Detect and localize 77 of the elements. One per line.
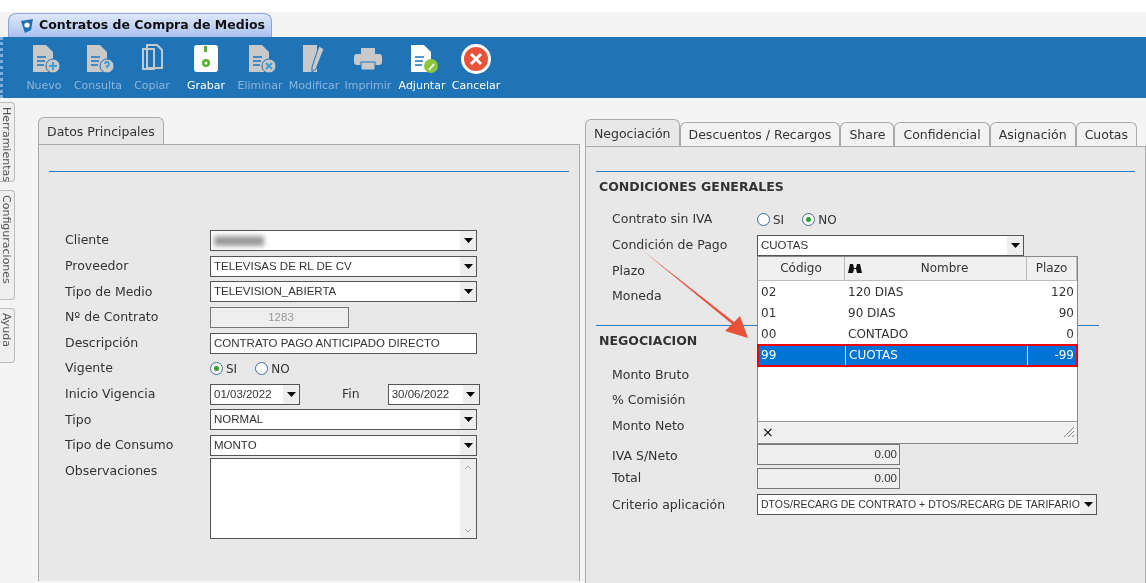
- column-header[interactable]: Código: [780, 259, 822, 278]
- column-header[interactable]: Nombre: [920, 259, 969, 278]
- dropdown-field[interactable]: DTOS/RECARG DE CONTRATO + DTOS/RECARG DE TARIFARIO: [757, 494, 1097, 516]
- field-label: % Comisión: [612, 391, 687, 410]
- field-label: Condición de Pago: [612, 236, 729, 254]
- toolbar-button[interactable]: Grabar: [179, 41, 233, 94]
- side-tab[interactable]: Herramientas: [0, 102, 15, 182]
- panel-tab[interactable]: Cuotas: [1075, 122, 1137, 146]
- caret-icon: [1010, 242, 1020, 248]
- field-label: Nº de Contrato: [65, 308, 160, 327]
- side-tab[interactable]: Configuraciones: [0, 190, 15, 300]
- field-label: Observaciones: [65, 462, 159, 481]
- readonly-field: 1283: [210, 307, 349, 329]
- section-title: CONDICIONES GENERALES: [598, 178, 784, 196]
- toolbar-button[interactable]: Cancelar: [449, 41, 503, 94]
- field-label: Tipo: [65, 410, 93, 429]
- dropdown-row[interactable]: 99 CUOTAS -99: [758, 344, 1077, 367]
- resize-grip-icon[interactable]: [1063, 426, 1075, 439]
- panel-tab[interactable]: Share: [840, 122, 895, 146]
- radio-option[interactable]: NO: [802, 210, 837, 229]
- panel-tab[interactable]: Negociación: [585, 119, 680, 146]
- column-header[interactable]: Plazo: [1035, 259, 1068, 278]
- binoculars-icon[interactable]: [847, 262, 863, 275]
- date-field[interactable]: 01/03/2022: [210, 383, 300, 405]
- panel-tab[interactable]: Confidencial: [894, 122, 990, 146]
- field-label: Total: [612, 469, 643, 488]
- field-label: Proveedor: [65, 257, 130, 275]
- toolbar-button[interactable]: Adjuntar: [395, 41, 449, 94]
- amount-field: 0.00: [757, 468, 900, 490]
- panel-tab[interactable]: Asignación: [989, 122, 1076, 146]
- panel-tab[interactable]: Descuentos / Recargos: [679, 122, 841, 146]
- field-label: Monto Bruto: [612, 365, 691, 384]
- field-label: Inicio Vigencia: [65, 385, 157, 403]
- dropdown-field[interactable]: MONTO: [210, 435, 477, 457]
- field-label: Moneda: [612, 287, 663, 306]
- field-label: Tipo de Medio: [65, 282, 154, 301]
- caret-icon: [466, 391, 476, 397]
- caret-icon: [1083, 502, 1093, 508]
- field-label: Tipo de Consumo: [65, 436, 175, 455]
- dropdown-row[interactable]: 01 90 DIAS 90: [758, 302, 1077, 324]
- field-label: Fin: [342, 385, 360, 403]
- text-area[interactable]: [210, 458, 477, 540]
- caret-icon: [463, 417, 473, 423]
- close-icon: [459, 41, 493, 76]
- section-title: NEGOCIACION: [598, 332, 698, 351]
- window-tab[interactable]: Contratos de Compra de Medios: [8, 13, 272, 37]
- field-label: Plazo: [612, 261, 646, 280]
- dropdown-field[interactable]: CUOTAS: [757, 234, 1024, 256]
- dropdown-field[interactable]: TELEVISION_ABIERTA: [210, 281, 477, 303]
- radio-option[interactable]: NO: [255, 359, 290, 378]
- caret-icon: [286, 391, 296, 397]
- caret-icon: [463, 289, 473, 295]
- window-title: Contratos de Compra de Medios: [39, 16, 265, 35]
- dropdown-field[interactable]: NORMAL: [210, 409, 477, 431]
- field-label: Contrato sin IVA: [612, 210, 714, 229]
- dropdown-field[interactable]: [210, 230, 477, 252]
- date-field[interactable]: 30/06/2022: [387, 383, 480, 405]
- amount-field: 0.00: [757, 444, 900, 466]
- dropdown-field[interactable]: TELEVISAS DE RL DE CV: [210, 255, 477, 277]
- app-logo-icon: [19, 17, 35, 34]
- text-field[interactable]: CONTRATO PAGO ANTICIPADO DIRECTO: [210, 332, 477, 354]
- close-button[interactable]: ×: [762, 425, 774, 440]
- dropdown-row[interactable]: 02 120 DIAS 120: [758, 280, 1077, 303]
- field-label: Monto Neto: [612, 417, 686, 435]
- radio-option[interactable]: SI: [757, 210, 785, 229]
- caret-icon: [463, 263, 473, 269]
- dropdown-row[interactable]: 00 CONTADO 0: [758, 323, 1077, 345]
- side-tab[interactable]: Ayuda: [0, 308, 15, 363]
- field-label: Cliente: [65, 231, 110, 250]
- radio-option[interactable]: SI: [210, 359, 238, 378]
- field-label: Vigente: [65, 359, 114, 378]
- caret-icon: [463, 238, 473, 244]
- caret-icon: [463, 443, 473, 449]
- field-label: IVA S/Neto: [612, 446, 679, 465]
- field-label: Descripción: [65, 333, 140, 352]
- field-label: Criterio aplicación: [612, 495, 727, 514]
- panel-tab[interactable]: Datos Principales: [38, 117, 164, 144]
